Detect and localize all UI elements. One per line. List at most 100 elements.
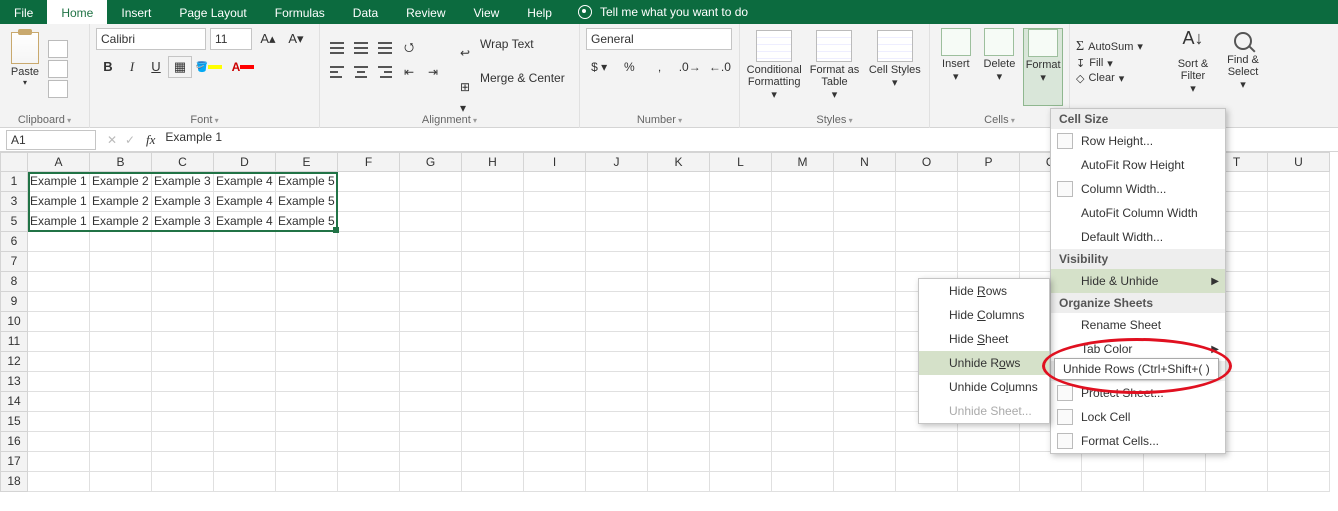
cell[interactable] — [648, 252, 710, 272]
cell[interactable] — [462, 252, 524, 272]
cut-button[interactable] — [48, 40, 68, 58]
cell[interactable] — [958, 252, 1020, 272]
enter-formula-icon[interactable]: ✓ — [125, 133, 135, 147]
cell[interactable] — [648, 292, 710, 312]
cell[interactable] — [710, 452, 772, 472]
cell[interactable] — [28, 352, 90, 372]
cell[interactable] — [586, 232, 648, 252]
cell[interactable] — [524, 252, 586, 272]
column-header[interactable]: M — [772, 152, 834, 172]
cell[interactable] — [772, 432, 834, 452]
cell[interactable] — [524, 272, 586, 292]
column-header[interactable]: I — [524, 152, 586, 172]
cell[interactable] — [276, 232, 338, 252]
cell[interactable] — [586, 452, 648, 472]
cell[interactable] — [462, 332, 524, 352]
cell[interactable] — [710, 272, 772, 292]
cell[interactable] — [772, 172, 834, 192]
cell[interactable]: Example 2 — [90, 212, 152, 232]
tab-view[interactable]: View — [460, 0, 514, 24]
cell[interactable] — [648, 472, 710, 492]
cell[interactable] — [648, 232, 710, 252]
cell[interactable] — [834, 352, 896, 372]
cell[interactable] — [214, 272, 276, 292]
cell[interactable] — [1268, 332, 1330, 352]
cell[interactable] — [648, 452, 710, 472]
tab-help[interactable]: Help — [513, 0, 566, 24]
column-header[interactable]: H — [462, 152, 524, 172]
decrease-indent-button[interactable]: ⇤ — [398, 62, 420, 82]
row-header[interactable]: 5 — [0, 212, 28, 232]
italic-button[interactable]: I — [120, 56, 144, 78]
cell[interactable] — [152, 372, 214, 392]
column-header[interactable]: F — [338, 152, 400, 172]
row-header[interactable]: 11 — [0, 332, 28, 352]
cell[interactable] — [710, 172, 772, 192]
format-cells-button[interactable]: Format▾ — [1023, 28, 1063, 106]
cell[interactable] — [772, 452, 834, 472]
menu-default-width[interactable]: Default Width... — [1051, 225, 1225, 249]
cell[interactable] — [152, 452, 214, 472]
cell[interactable] — [710, 352, 772, 372]
tab-data[interactable]: Data — [339, 0, 392, 24]
cell[interactable] — [152, 252, 214, 272]
cell[interactable] — [1082, 452, 1144, 472]
cell[interactable] — [896, 472, 958, 492]
cell[interactable] — [1268, 192, 1330, 212]
cell[interactable] — [400, 312, 462, 332]
fx-icon[interactable]: fx — [146, 132, 155, 148]
format-painter-button[interactable] — [48, 80, 68, 98]
cell[interactable]: Example 1 — [28, 172, 90, 192]
cell[interactable] — [90, 312, 152, 332]
cell[interactable] — [648, 212, 710, 232]
cell[interactable] — [400, 332, 462, 352]
cell[interactable] — [462, 412, 524, 432]
cell[interactable] — [338, 312, 400, 332]
cell[interactable] — [834, 172, 896, 192]
cell[interactable] — [524, 172, 586, 192]
cell[interactable] — [214, 332, 276, 352]
cell[interactable] — [958, 472, 1020, 492]
cell[interactable] — [338, 432, 400, 452]
cell[interactable] — [648, 272, 710, 292]
wrap-text-button[interactable]: ↩Wrap Text — [455, 28, 573, 58]
menu-format-cells[interactable]: Format Cells... — [1051, 429, 1225, 453]
cell[interactable] — [214, 312, 276, 332]
cell[interactable] — [586, 352, 648, 372]
borders-button[interactable]: ▦ — [168, 56, 192, 78]
cell[interactable] — [338, 332, 400, 352]
cell[interactable] — [214, 352, 276, 372]
cell[interactable] — [710, 412, 772, 432]
cell[interactable] — [586, 472, 648, 492]
cell[interactable] — [28, 272, 90, 292]
cell[interactable] — [958, 172, 1020, 192]
cell[interactable] — [28, 332, 90, 352]
cell[interactable] — [462, 232, 524, 252]
cell[interactable] — [958, 432, 1020, 452]
column-header[interactable]: J — [586, 152, 648, 172]
cell[interactable] — [462, 432, 524, 452]
cell[interactable] — [152, 432, 214, 452]
cell[interactable] — [276, 312, 338, 332]
cell[interactable] — [400, 252, 462, 272]
cell[interactable] — [586, 372, 648, 392]
cell[interactable] — [152, 232, 214, 252]
cell[interactable] — [1268, 252, 1330, 272]
cell[interactable] — [90, 412, 152, 432]
decrease-font-button[interactable]: A▾ — [284, 28, 308, 50]
cell[interactable] — [1268, 452, 1330, 472]
column-header[interactable]: O — [896, 152, 958, 172]
cell[interactable]: Example 3 — [152, 172, 214, 192]
cell[interactable] — [338, 392, 400, 412]
cell[interactable] — [28, 292, 90, 312]
cell[interactable] — [400, 192, 462, 212]
cell[interactable] — [524, 312, 586, 332]
cell[interactable] — [586, 432, 648, 452]
cell[interactable] — [1268, 432, 1330, 452]
cell[interactable] — [400, 172, 462, 192]
cell[interactable] — [90, 272, 152, 292]
cell[interactable] — [834, 452, 896, 472]
menu-protect-sheet[interactable]: Protect Sheet... — [1051, 381, 1225, 405]
cell[interactable] — [648, 372, 710, 392]
tell-me-search[interactable]: Tell me what you want to do — [566, 0, 748, 24]
